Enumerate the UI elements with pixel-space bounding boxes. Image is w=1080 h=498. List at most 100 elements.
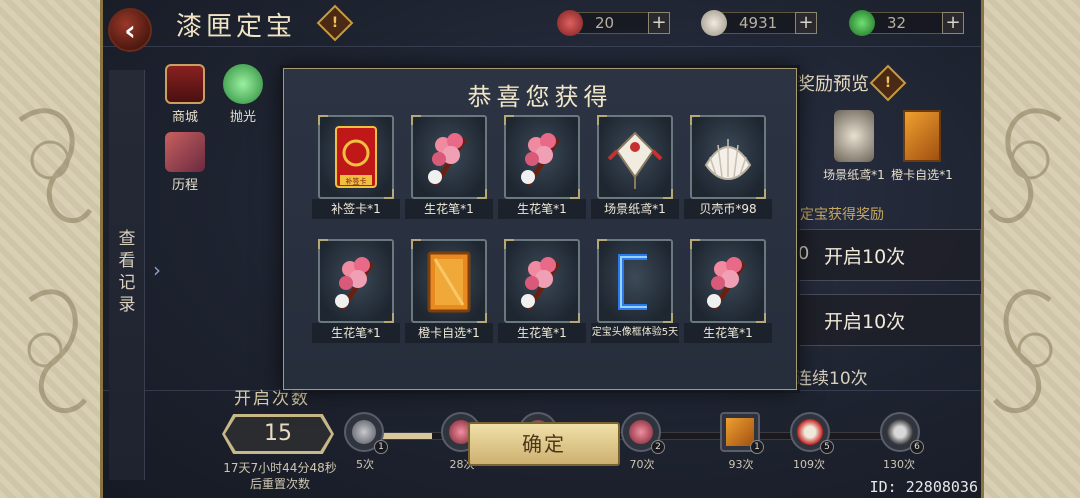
milestone-70[interactable]: 2 [621, 412, 665, 454]
left-frame-decoration [0, 0, 100, 498]
open-10-button-alt[interactable]: 0 开启10次 [766, 294, 981, 346]
open-count-box: 15 [222, 414, 334, 454]
vase-icon [352, 420, 376, 444]
reward-slot [690, 239, 766, 323]
reward-name: 生花笔*1 [405, 199, 493, 219]
tile-label: 抛光 [229, 110, 256, 125]
reward-item[interactable]: 生花笔*1 [405, 115, 493, 219]
currency-shell: 4931 + [701, 10, 817, 36]
jade-currency-icon [849, 10, 875, 36]
dragon-pattern-icon [987, 108, 1062, 414]
reward-name: 场景纸鸢*1 [591, 199, 679, 219]
reward-slot [318, 239, 394, 323]
shop-tile[interactable]: 商城 [160, 64, 210, 125]
opera-mask-icon [887, 419, 913, 445]
page-title: 漆匣定宝 [176, 12, 297, 42]
kite-icon [607, 131, 663, 189]
currency-value: 4931 [739, 14, 778, 32]
add-currency-button[interactable]: + [942, 12, 964, 34]
info-icon[interactable]: ! [316, 4, 354, 42]
currency-value: 32 [887, 14, 907, 32]
milestone-label: 130次 [883, 458, 915, 471]
reward-name: 生花笔*1 [498, 199, 586, 219]
right-frame-decoration [984, 0, 1080, 498]
reward-slot [597, 115, 673, 199]
reward-item[interactable]: 生花笔*1 [684, 239, 772, 343]
polish-tile[interactable]: 抛光 [218, 64, 268, 125]
top-bar: ‹ 漆匣定宝 ! 20 + 4931 + 32 + [100, 0, 984, 52]
preview-item[interactable]: 橙卡自选*1 [886, 110, 958, 183]
milestone-109[interactable]: 5 [790, 412, 834, 454]
shop-icon [165, 64, 205, 104]
reward-item[interactable]: 生花笔*1 [312, 239, 400, 343]
open-count-value: 15 [225, 417, 331, 451]
reward-slot [411, 239, 487, 323]
continuous-label: 连续10次 [795, 369, 868, 389]
open-10-button[interactable]: 000 开启10次 [766, 229, 981, 281]
milestone-count: 5 [820, 440, 834, 454]
reset-timer: 17天7小时44分48秒后重置次数 [223, 461, 337, 491]
add-currency-button[interactable]: + [648, 12, 670, 34]
reward-item[interactable]: 定宝头像框体验5天 [591, 239, 679, 343]
flower-brush-icon [521, 133, 561, 187]
reward-item[interactable]: 生花笔*1 [498, 239, 586, 343]
preview-item[interactable]: 场景纸鸢*1 [818, 110, 890, 183]
dragon-pattern-icon [18, 108, 93, 414]
view-records-tab[interactable]: 查看记录 [109, 70, 145, 480]
reward-name: 生花笔*1 [684, 323, 772, 343]
chevron-right-icon[interactable]: › [153, 258, 161, 282]
milestone-93[interactable]: 1 [720, 412, 764, 454]
reward-item[interactable]: 生花笔*1 [498, 115, 586, 219]
reward-slot [690, 115, 766, 199]
preview-item-label: 场景纸鸢*1 [823, 168, 885, 182]
milestone-count: 2 [651, 440, 665, 454]
reward-slot [504, 239, 580, 323]
reward-item[interactable]: 贝壳币*98 [684, 115, 772, 219]
milestone-130[interactable]: 6 [880, 412, 924, 454]
orange-card-icon [903, 110, 941, 162]
card-text: 补签卡 [346, 177, 367, 186]
view-records-label: 查看记录 [118, 229, 136, 315]
back-button[interactable]: ‹ [108, 8, 152, 52]
add-currency-button[interactable]: + [795, 12, 817, 34]
rewards-subheader: 定宝获得奖励 [800, 207, 884, 223]
milestone-label: 109次 [793, 458, 825, 471]
preview-label: 奖励预览 [797, 74, 869, 95]
milestone-label: 5次 [356, 458, 374, 471]
history-icon [165, 132, 205, 172]
flower-brush-icon [521, 257, 561, 311]
polish-icon [223, 64, 263, 104]
kite-icon [834, 110, 874, 162]
modal-title: 恭喜您获得 [467, 83, 613, 111]
reward-slot [504, 115, 580, 199]
reward-item[interactable]: 场景纸鸢*1 [591, 115, 679, 219]
history-tile[interactable]: 历程 [160, 132, 210, 193]
user-id: ID: 22808036 [869, 478, 978, 496]
reward-item[interactable]: 补签卡 补签卡*1 [312, 115, 400, 219]
reward-name: 生花笔*1 [498, 323, 586, 343]
milestone-5[interactable]: 1 [344, 412, 388, 454]
tile-label: 历程 [171, 178, 198, 193]
confirm-button[interactable]: 确定 [468, 422, 620, 466]
reward-slot [597, 239, 673, 323]
open-label: 开启10次 [824, 246, 906, 268]
reward-name: 贝壳币*98 [684, 199, 772, 219]
avatar-frame-icon [618, 254, 647, 310]
milestone-count: 1 [750, 440, 764, 454]
currency-flower: 20 + [557, 10, 670, 36]
orange-card-icon [726, 418, 754, 446]
flower-currency-icon [557, 10, 583, 36]
reward-name: 补签卡*1 [312, 199, 400, 219]
shell-currency-icon [701, 10, 727, 36]
orange-card-icon [427, 251, 471, 313]
reward-name: 生花笔*1 [312, 323, 400, 343]
flower-brush-icon [629, 420, 653, 444]
flower-brush-icon [335, 257, 375, 311]
tile-label: 商城 [171, 110, 198, 125]
milestone-count: 6 [910, 440, 924, 454]
reward-item[interactable]: 橙卡自选*1 [405, 239, 493, 343]
flower-brush-icon [428, 133, 468, 187]
flower-brush-icon [707, 257, 747, 311]
open-label: 开启10次 [824, 311, 906, 333]
chevron-left-icon: ‹ [124, 13, 136, 47]
